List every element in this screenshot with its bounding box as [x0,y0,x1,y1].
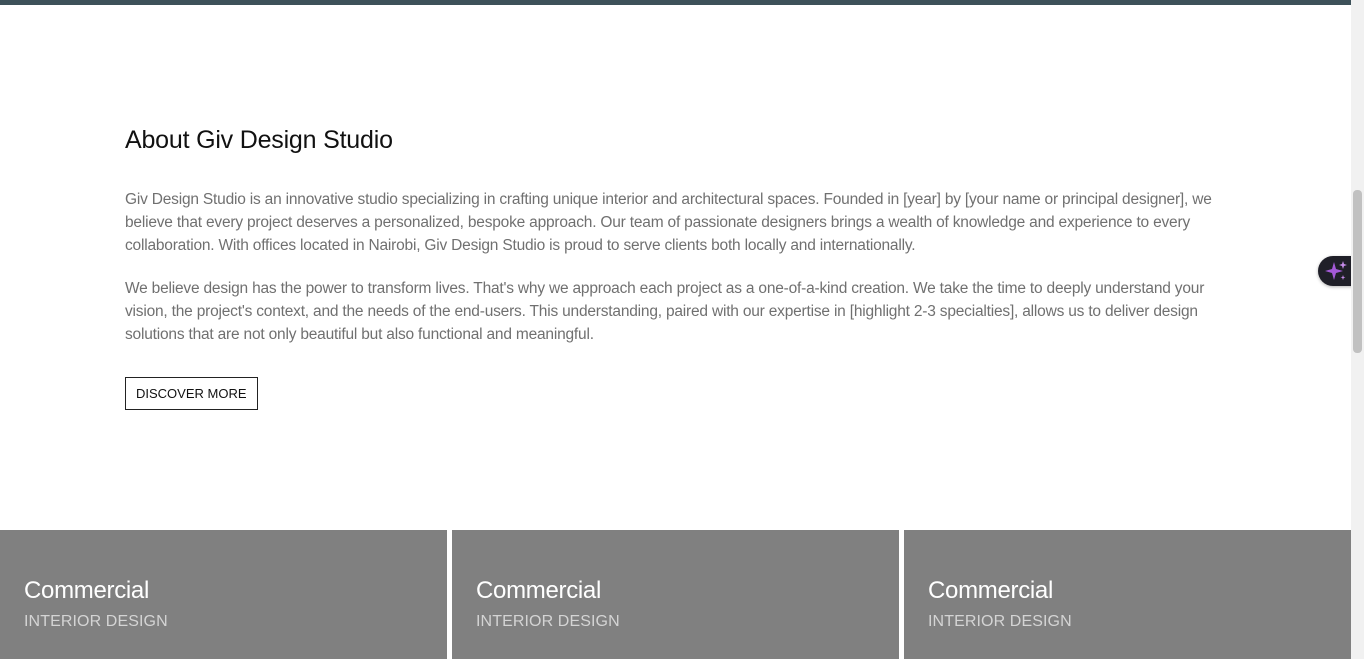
top-bar [0,0,1351,5]
service-card-2[interactable]: Commercial INTERIOR DESIGN [452,530,899,659]
service-card-subtitle: INTERIOR DESIGN [476,613,620,630]
service-card-title: Commercial [476,577,602,604]
about-paragraph-1: Giv Design Studio is an innovative studi… [125,191,1212,254]
scrollbar-thumb[interactable] [1353,190,1362,353]
sparkle-icon [1325,261,1347,280]
page-scrollbar[interactable] [1351,0,1364,659]
service-card-subtitle: INTERIOR DESIGN [24,613,168,630]
service-card-3[interactable]: Commercial INTERIOR DESIGN [904,530,1351,659]
service-card-title: Commercial [928,577,1054,604]
about-section: About Giv Design Studio Giv Design Studi… [125,126,1230,410]
service-card-subtitle: INTERIOR DESIGN [928,613,1072,630]
about-paragraph-2: We believe design has the power to trans… [125,280,1205,343]
ai-assistant-button[interactable] [1318,256,1354,286]
service-card-1[interactable]: Commercial INTERIOR DESIGN [0,530,447,659]
discover-more-button[interactable]: DISCOVER MORE [125,377,258,410]
services-cards: Commercial INTERIOR DESIGN Commercial IN… [0,530,1351,659]
about-heading: About Giv Design Studio [125,126,393,154]
service-card-title: Commercial [24,577,150,604]
